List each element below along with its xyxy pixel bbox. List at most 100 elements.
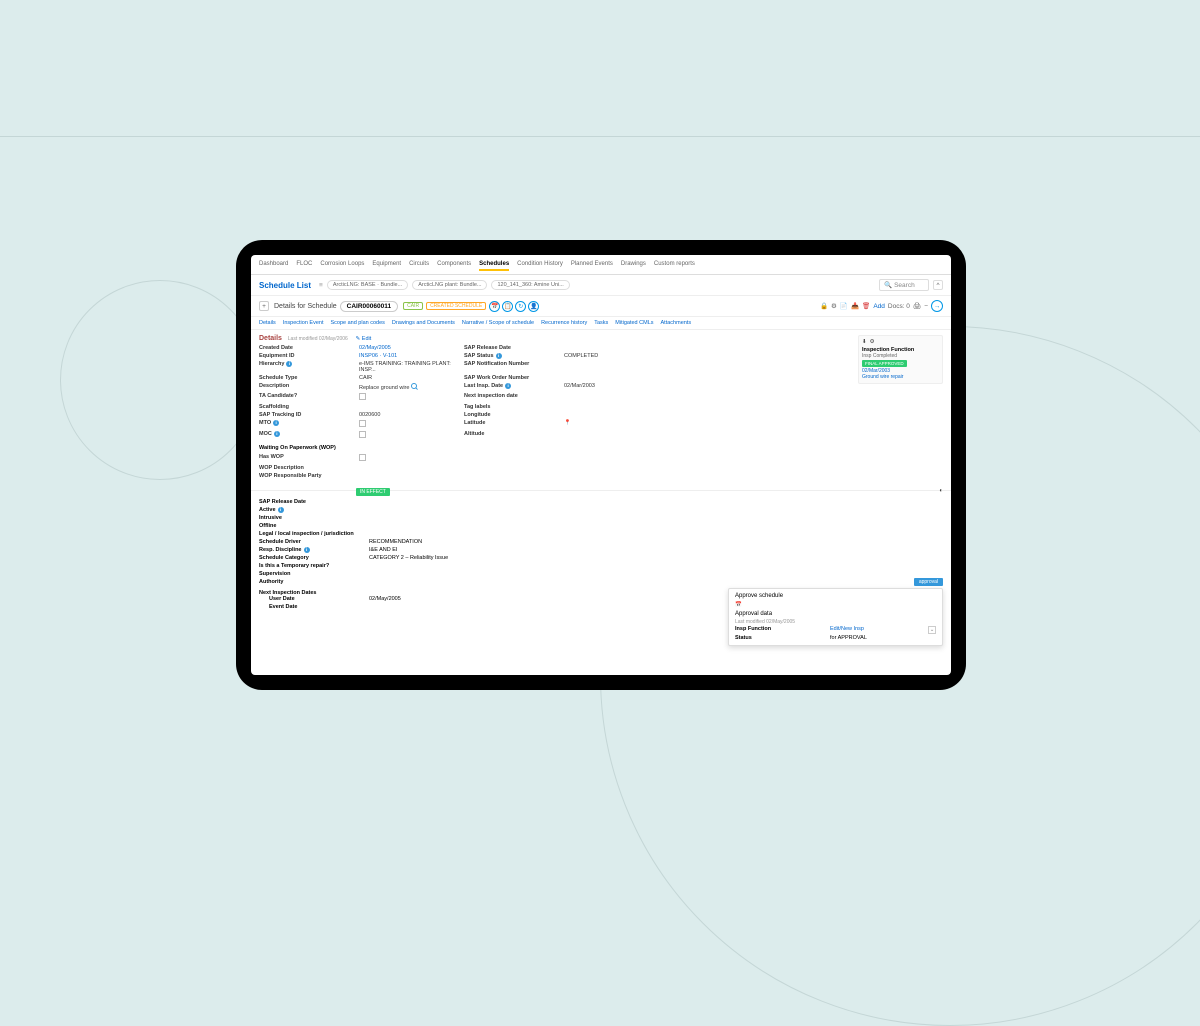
field-value bbox=[369, 571, 569, 577]
field-value bbox=[564, 404, 664, 410]
field-label: Next inspection date bbox=[464, 393, 559, 402]
schedule-id-badge[interactable]: CAIR00060011 bbox=[340, 301, 398, 312]
popup-insp-label: Insp Function bbox=[735, 626, 830, 634]
app-screen: Dashboard FLOC Corrosion Loops Equipment… bbox=[251, 255, 951, 675]
tablet-frame: Dashboard FLOC Corrosion Loops Equipment… bbox=[236, 240, 966, 690]
search-input[interactable]: 🔍Search bbox=[879, 279, 929, 291]
field-value[interactable]: 02/May/2005 bbox=[359, 345, 459, 351]
calendar-icon[interactable]: 📅 bbox=[489, 301, 500, 312]
nav-condition-history[interactable]: Condition History bbox=[517, 261, 563, 271]
field-value bbox=[564, 375, 664, 381]
nav-floc[interactable]: FLOC bbox=[296, 261, 312, 271]
field-label: Offline bbox=[259, 523, 364, 529]
field-value: e-IMS TRAINING: TRAINING PLANT: INSP... bbox=[359, 361, 459, 373]
user-icon[interactable]: 👤 bbox=[528, 301, 539, 312]
breadcrumb-2[interactable]: ArcticLNG plant: Bundle... bbox=[412, 280, 487, 290]
lock-icon[interactable]: 🔒 bbox=[820, 302, 828, 310]
field-value: CAIR bbox=[359, 375, 459, 381]
field-value: 02/May/2005 bbox=[369, 596, 569, 602]
docs-count: Docs: 0 bbox=[888, 303, 910, 310]
popup-calendar-icon[interactable]: 📅 bbox=[735, 602, 936, 608]
field-label: WOP Responsible Party bbox=[259, 473, 354, 479]
field-label: Legal / local inspection / jurisdiction bbox=[259, 531, 364, 537]
settings-icon[interactable]: ⚙ bbox=[870, 339, 875, 345]
field-label: SAP Release Date bbox=[464, 345, 559, 351]
gear-icon[interactable]: ⚙ bbox=[831, 302, 837, 310]
page-title: Schedule List bbox=[259, 281, 311, 290]
field-label: Tag labels bbox=[464, 404, 559, 410]
field-label: MOCi bbox=[259, 431, 354, 440]
details-panel: Details Last modified 02/May/2006 ✎ Edit… bbox=[251, 330, 951, 484]
field-value bbox=[369, 499, 569, 505]
top-nav: Dashboard FLOC Corrosion Loops Equipment… bbox=[251, 255, 951, 275]
breadcrumb-icon: ≡ bbox=[319, 282, 323, 289]
nav-planned-events[interactable]: Planned Events bbox=[571, 261, 613, 271]
nav-equipment[interactable]: Equipment bbox=[372, 261, 401, 271]
field-value: Replace ground wire bbox=[359, 383, 459, 391]
doc-icon[interactable]: 📄 bbox=[840, 302, 848, 310]
approve-popup: Approve schedule 📅 Approval data Last mo… bbox=[728, 588, 943, 646]
nav-corrosion-loops[interactable]: Corrosion Loops bbox=[320, 261, 364, 271]
tab-inspection-event[interactable]: Inspection Event bbox=[283, 320, 324, 326]
breadcrumb-1[interactable]: ArcticLNG: BASE · Bundle... bbox=[327, 280, 408, 290]
field-label: Authority bbox=[259, 579, 364, 585]
subheader: Schedule List ≡ ArcticLNG: BASE · Bundle… bbox=[251, 275, 951, 296]
field-label: Altitude bbox=[464, 431, 559, 440]
tab-drawings-docs[interactable]: Drawings and Documents bbox=[392, 320, 455, 326]
nav-circuits[interactable]: Circuits bbox=[409, 261, 429, 271]
field-label: Latitude bbox=[464, 420, 559, 429]
field-label: Supervision bbox=[259, 571, 364, 577]
minus-icon[interactable]: − bbox=[924, 303, 928, 310]
field-label: Last Insp. Datei bbox=[464, 383, 559, 391]
schedule-bar: + Details for Schedule CAIR00060011 CAIR… bbox=[251, 296, 951, 317]
go-button[interactable]: → bbox=[931, 300, 943, 312]
field-label: Scaffolding bbox=[259, 404, 354, 410]
side-note[interactable]: Ground wire repair bbox=[862, 374, 939, 380]
edit-link[interactable]: ✎ Edit bbox=[356, 336, 372, 342]
tab-tasks[interactable]: Tasks bbox=[594, 320, 608, 326]
refresh-icon[interactable]: ↻ bbox=[515, 301, 526, 312]
field-value bbox=[564, 361, 664, 373]
field-value: 📍 bbox=[564, 420, 664, 429]
field-value bbox=[369, 531, 569, 537]
approval-tag[interactable]: approval bbox=[914, 578, 943, 586]
sort-icon[interactable]: ⬇ bbox=[862, 339, 867, 345]
nav-drawings[interactable]: Drawings bbox=[621, 261, 646, 271]
field-value bbox=[359, 454, 459, 463]
tab-details[interactable]: Details bbox=[259, 320, 276, 326]
delete-icon[interactable]: 🗑 bbox=[862, 302, 870, 310]
field-value bbox=[359, 465, 459, 471]
field-label: SAP Statusi bbox=[464, 353, 559, 359]
popup-status-value: for APPROVAL bbox=[830, 635, 936, 641]
wop-heading: Waiting On Paperwork (WOP) bbox=[259, 445, 943, 451]
add-link[interactable]: Add bbox=[873, 303, 885, 310]
field-value bbox=[359, 431, 459, 440]
nav-dashboard[interactable]: Dashboard bbox=[259, 261, 288, 271]
field-value bbox=[369, 563, 569, 569]
tab-attachments[interactable]: Attachments bbox=[661, 320, 692, 326]
add-schedule-button[interactable]: + bbox=[259, 301, 269, 311]
breadcrumb-3[interactable]: 120_141_360: Amine Uni... bbox=[491, 280, 569, 290]
tab-narrative[interactable]: Narrative / Scope of schedule bbox=[462, 320, 534, 326]
field-label: Schedule Category bbox=[259, 555, 364, 561]
field-value: RECOMMENDATION bbox=[369, 539, 569, 545]
clipboard-icon[interactable]: 📋 bbox=[502, 301, 513, 312]
section-toggle-icon[interactable]: ◐ bbox=[939, 488, 943, 494]
field-label: Longitude bbox=[464, 412, 559, 418]
field-value bbox=[359, 473, 459, 479]
field-value[interactable]: INSP06 · V-101 bbox=[359, 353, 459, 359]
nav-custom-reports[interactable]: Custom reports bbox=[654, 261, 695, 271]
field-label: Has WOP bbox=[259, 454, 354, 463]
download-icon[interactable]: 📥 bbox=[851, 302, 859, 310]
popup-dropdown-icon[interactable]: ⌄ bbox=[928, 626, 936, 634]
field-value bbox=[359, 404, 459, 410]
collapse-button[interactable]: ^ bbox=[933, 280, 943, 290]
nav-schedules[interactable]: Schedules bbox=[479, 261, 509, 271]
print-icon[interactable]: 🖨 bbox=[913, 302, 921, 310]
field-label: Resp. Disciplinei bbox=[259, 547, 364, 553]
tab-recurrence[interactable]: Recurrence history bbox=[541, 320, 587, 326]
tab-scope-codes[interactable]: Scope and plan codes bbox=[330, 320, 384, 326]
tab-mitigated-cmls[interactable]: Mitigated CMLs bbox=[615, 320, 653, 326]
nav-components[interactable]: Components bbox=[437, 261, 471, 271]
field-value: 02/Mar/2003 bbox=[564, 383, 664, 391]
